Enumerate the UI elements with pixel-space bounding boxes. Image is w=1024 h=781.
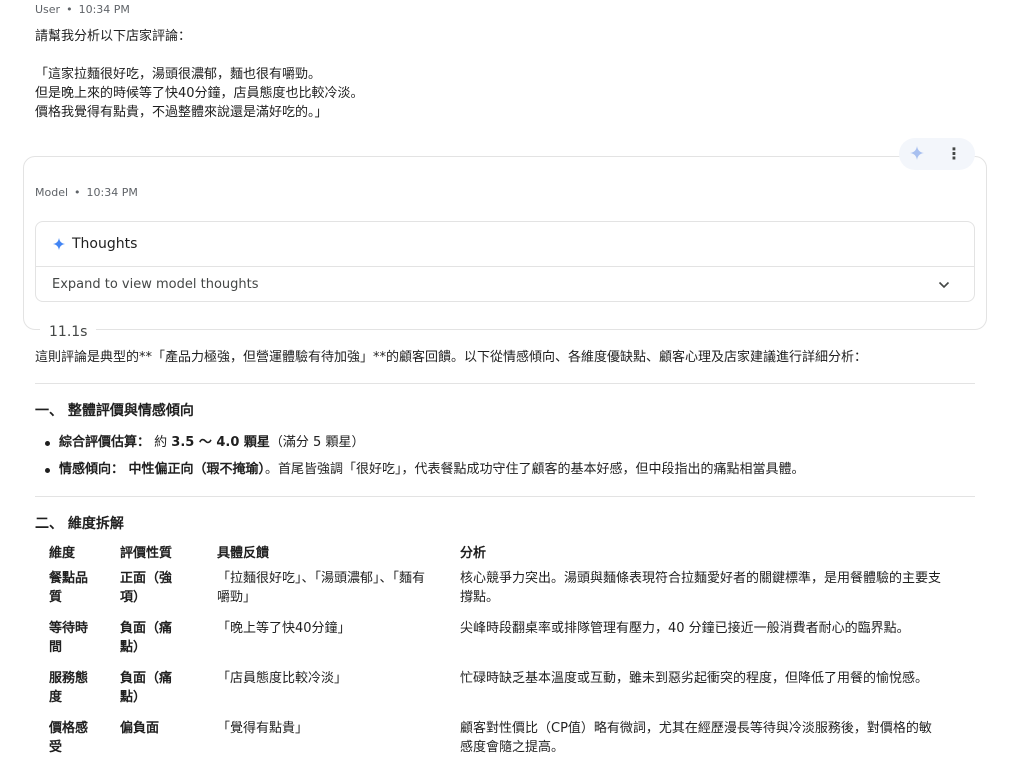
user-message-line: 價格我覺得有點貴，不過整體來說還是滿好吃的。」 [35,105,328,120]
list-item-text: （滿分 5 顆星） [269,435,365,450]
cell-line: 項） [120,590,147,605]
table-cell-nature: 負面（痛點） [114,614,211,664]
model-message-meta: Model • 10:34 PM [35,186,138,199]
more-options-icon[interactable]: ⋮ [945,144,963,164]
cell-line: 正面（強 [120,571,173,586]
cell-line: 服務態 [49,671,89,686]
table-cell-nature: 負面（痛點） [114,664,211,714]
cell-line: 核心競爭力突出。湯頭與麵條表現符合拉麵愛好者的關鍵標準，是用餐體驗的主要支 [460,571,942,586]
column-header: 分析 [460,545,487,561]
cell-line: 間 [49,640,63,655]
table-row: 服務態度 負面（痛點） 「店員態度比較冷淡」 忙碌時缺乏基本溫度或互動，雖未到惡… [43,664,964,714]
response-intro: 這則評論是典型的**「產品力極強，但營運體驗有待加強」**的顧客回饋。以下從情感… [35,350,868,365]
list-item-label: 綜合評價估算： [59,435,151,450]
elapsed-time: 11.1s [40,324,97,340]
sparkle-icon[interactable] [909,145,925,161]
cell-line: 顧客對性價比（CP值）略有微詞，尤其在經歷漫長等待與冷淡服務後，對價格的敏 [460,721,932,736]
expand-thoughts-toggle[interactable]: Expand to view model thoughts [36,267,974,302]
rating-estimate: 3.5 ～ 4.0 顆星 [171,435,270,450]
table-cell-dimension: 餐點品質 [43,564,114,614]
cell-line: 價格感 [49,721,89,736]
cell-line: 偏負面 [120,721,160,736]
table-cell-nature: 正面（強項） [114,564,211,614]
cell-line: 「晚上等了快40分鐘」 [217,621,351,636]
sentiment-value: 中性偏正向（瑕不掩瑜） [124,462,266,477]
table-cell-analysis: 顧客對性價比（CP值）略有微詞，尤其在經歷漫長等待與冷淡服務後，對價格的敏 感度會… [454,714,964,764]
column-header: 評價性質 [120,545,173,561]
thoughts-panel: Thoughts Expand to view model thoughts [35,221,975,302]
list-item-text: 約 [150,435,172,450]
user-message-meta: User • 10:34 PM [35,3,130,16]
user-message: 請幫我分析以下店家評論： 「這家拉麵很好吃，湯頭很濃郁，麵也很有嚼勁。 但是晚上… [35,27,364,122]
cell-line: 點） [120,640,147,655]
cell-line: 感度會隨之提高。 [460,740,565,755]
chevron-down-icon [938,281,950,288]
response-actions: ⋮ [899,138,975,170]
cell-line: 點） [120,690,147,705]
list-item-text: 。首尾皆強調「很好吃」，代表餐點成功守住了顧客的基本好感，但中段指出的痛點相當具… [265,462,805,477]
user-message-blank-line [35,46,364,65]
user-message-line: 但是晚上來的時候等了快40分鐘，店員態度也比較冷淡。 [35,86,364,101]
dimension-table: 維度 評價性質 具體反饋 分析 餐點品質 正面（強項） 「拉麵很好吃」、「湯頭濃… [43,538,964,764]
table-header-row: 維度 評價性質 具體反饋 分析 [43,538,964,564]
cell-line: 質 [49,590,63,605]
table-cell-dimension: 價格感受 [43,714,114,764]
user-message-line: 「這家拉麵很好吃，湯頭很濃郁，麵也很有嚼勁。 [35,67,322,82]
separator-dot: • [66,3,73,16]
expand-thoughts-label: Expand to view model thoughts [52,277,259,292]
cell-line: 撐點。 [460,590,500,605]
user-timestamp: 10:34 PM [78,3,130,16]
section-heading: 二、 維度拆解 [35,516,124,532]
cell-line: 「拉麵很好吃」、「湯頭濃郁」、「麵有 [217,571,426,586]
thoughts-title: Thoughts [72,236,138,252]
thoughts-header: Thoughts [36,222,974,267]
column-header: 維度 [49,545,76,561]
section-heading: 一、 整體評價與情感傾向 [35,403,194,419]
summary-list: 綜合評價估算： 約 3.5 ～ 4.0 顆星（滿分 5 顆星） 情感傾向： 中性… [45,434,805,488]
cell-line: 忙碌時缺乏基本溫度或互動，雖未到惡劣起衝突的程度，但降低了用餐的愉悅感。 [460,671,929,686]
model-role-label: Model [35,186,69,199]
table-cell-feedback: 「覺得有點貴」 [211,714,454,764]
user-role-label: User [35,3,61,16]
cell-line: 餐點品 [49,571,89,586]
cell-line: 度 [49,690,63,705]
divider [35,496,975,497]
cell-line: 受 [49,740,63,755]
cell-line: 負面（痛 [120,671,173,686]
table-cell-analysis: 尖峰時段翻桌率或排隊管理有壓力，40 分鐘已接近一般消費者耐心的臨界點。 [454,614,964,664]
table-row: 餐點品質 正面（強項） 「拉麵很好吃」、「湯頭濃郁」、「麵有 嚼勁」 核心競爭力突… [43,564,964,614]
table-cell-dimension: 等待時間 [43,614,114,664]
column-header: 具體反饋 [217,545,270,561]
table-cell-feedback: 「店員態度比較冷淡」 [211,664,454,714]
cell-line: 「店員態度比較冷淡」 [217,671,348,686]
table-cell-feedback: 「晚上等了快40分鐘」 [211,614,454,664]
divider [35,383,975,384]
separator-dot: • [74,186,81,199]
sparkle-icon [52,237,66,251]
list-item: 情感傾向： 中性偏正向（瑕不掩瑜）。首尾皆強調「很好吃」，代表餐點成功守住了顧客… [45,461,805,488]
table-cell-analysis: 忙碌時缺乏基本溫度或互動，雖未到惡劣起衝突的程度，但降低了用餐的愉悅感。 [454,664,964,714]
list-item-label: 情感傾向： [59,462,125,477]
table-row: 等待時間 負面（痛點） 「晚上等了快40分鐘」 尖峰時段翻桌率或排隊管理有壓力，… [43,614,964,664]
table-cell-analysis: 核心競爭力突出。湯頭與麵條表現符合拉麵愛好者的關鍵標準，是用餐體驗的主要支 撐點。 [454,564,964,614]
cell-line: 嚼勁」 [217,590,257,605]
cell-line: 等待時 [49,621,89,636]
cell-line: 負面（痛 [120,621,173,636]
model-timestamp: 10:34 PM [86,186,138,199]
cell-line: 尖峰時段翻桌率或排隊管理有壓力，40 分鐘已接近一般消費者耐心的臨界點。 [460,621,910,636]
table-cell-feedback: 「拉麵很好吃」、「湯頭濃郁」、「麵有 嚼勁」 [211,564,454,614]
table-cell-dimension: 服務態度 [43,664,114,714]
table-cell-nature: 偏負面 [114,714,211,764]
user-message-line: 請幫我分析以下店家評論： [35,29,192,44]
list-item: 綜合評價估算： 約 3.5 ～ 4.0 顆星（滿分 5 顆星） [45,434,805,461]
table-row: 價格感受 偏負面 「覺得有點貴」 顧客對性價比（CP值）略有微詞，尤其在經歷漫長… [43,714,964,764]
cell-line: 「覺得有點貴」 [217,721,309,736]
